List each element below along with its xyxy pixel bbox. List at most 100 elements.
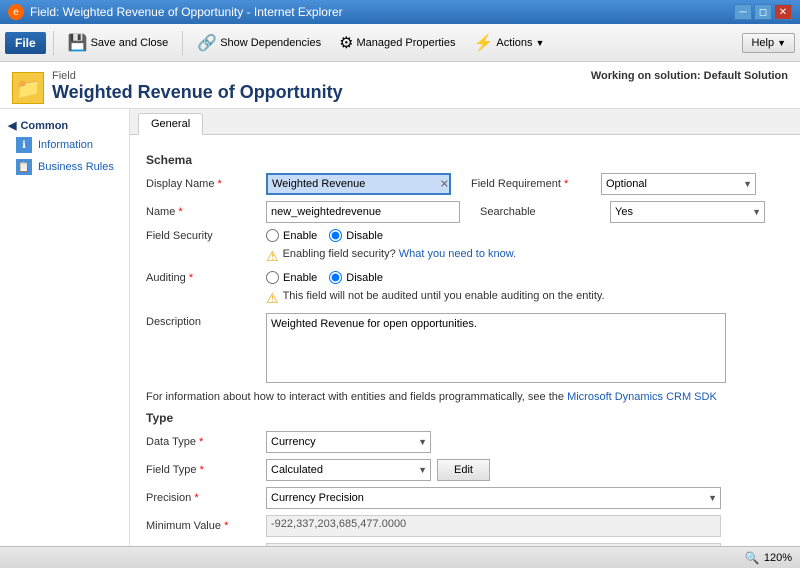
common-label: Common bbox=[20, 120, 68, 132]
field-security-warning-text: Enabling field security? What you need t… bbox=[283, 248, 517, 260]
description-textarea[interactable]: Weighted Revenue for open opportunities. bbox=[266, 313, 726, 383]
field-requirement-select-wrapper: Optional bbox=[601, 173, 756, 195]
req-marker-2: * bbox=[564, 178, 568, 190]
window-controls[interactable]: ─ ◻ ✕ bbox=[734, 4, 792, 20]
page-title-area: 📁 Field Weighted Revenue of Opportunity bbox=[12, 70, 343, 104]
req-marker-6: * bbox=[200, 464, 204, 476]
auditing-disable-option[interactable]: Disable bbox=[329, 271, 383, 284]
precision-select-wrapper: Currency Precision bbox=[266, 487, 721, 509]
req-marker-8: * bbox=[224, 520, 228, 532]
field-security-enable-radio[interactable] bbox=[266, 229, 279, 242]
field-security-radio-group: Enable Disable bbox=[266, 229, 383, 242]
name-input[interactable] bbox=[266, 201, 460, 223]
business-rules-icon: 📋 bbox=[16, 159, 32, 175]
field-security-enable-option[interactable]: Enable bbox=[266, 229, 317, 242]
precision-label: Precision * bbox=[146, 492, 266, 504]
managed-properties-label: Managed Properties bbox=[356, 37, 455, 49]
help-button[interactable]: Help ▼ bbox=[742, 33, 795, 53]
form-content: Schema Display Name * ✕ Field Requiremen… bbox=[130, 135, 800, 546]
actions-button[interactable]: ⚡ Actions ▼ bbox=[467, 29, 552, 57]
auditing-enable-option[interactable]: Enable bbox=[266, 271, 317, 284]
display-name-clear-button[interactable]: ✕ bbox=[440, 178, 449, 191]
info-text: For information about how to interact wi… bbox=[146, 391, 717, 403]
field-security-link[interactable]: What you need to know. bbox=[399, 248, 516, 260]
auditing-enable-label: Enable bbox=[283, 272, 317, 284]
field-type-label: Field Type * bbox=[146, 464, 266, 476]
required-marker: * bbox=[218, 178, 222, 190]
ie-icon: e bbox=[8, 4, 24, 20]
actions-label: Actions bbox=[496, 37, 532, 49]
field-requirement-select[interactable]: Optional bbox=[601, 173, 756, 195]
auditing-warning: ⚠ This field will not be audited until y… bbox=[146, 290, 784, 307]
show-dependencies-label: Show Dependencies bbox=[220, 37, 321, 49]
show-dependencies-button[interactable]: 🔗 Show Dependencies bbox=[190, 29, 328, 57]
description-row: Description Weighted Revenue for open op… bbox=[146, 313, 784, 383]
field-requirement-label: Field Requirement * bbox=[471, 178, 601, 190]
save-and-close-button[interactable]: 💾 Save and Close bbox=[61, 29, 176, 57]
field-security-disable-option[interactable]: Disable bbox=[329, 229, 383, 242]
type-header: Type bbox=[146, 411, 784, 425]
managed-properties-button[interactable]: ⚙ Managed Properties bbox=[332, 29, 462, 57]
actions-icon: ⚡ bbox=[474, 33, 494, 53]
properties-icon: ⚙ bbox=[339, 33, 353, 53]
close-button[interactable]: ✕ bbox=[774, 4, 792, 20]
searchable-select-wrapper: Yes bbox=[610, 201, 765, 223]
save-and-close-label: Save and Close bbox=[91, 37, 169, 49]
page-header: 📁 Field Weighted Revenue of Opportunity … bbox=[0, 62, 800, 109]
zoom-control[interactable]: 🔍 120% bbox=[745, 551, 792, 565]
solution-text: Working on solution: Default Solution bbox=[591, 70, 788, 82]
content-area: ◀ Common ℹ Information 📋 Business Rules … bbox=[0, 109, 800, 546]
name-label: Name * bbox=[146, 206, 266, 218]
window-title: Field: Weighted Revenue of Opportunity -… bbox=[30, 5, 343, 19]
searchable-select[interactable]: Yes bbox=[610, 201, 765, 223]
title-bar: e Field: Weighted Revenue of Opportunity… bbox=[0, 0, 800, 24]
field-security-disable-radio[interactable] bbox=[329, 229, 342, 242]
toolbar-separator-2 bbox=[182, 31, 183, 55]
field-security-warning: ⚠ Enabling field security? What you need… bbox=[146, 248, 784, 265]
auditing-warning-text: This field will not be audited until you… bbox=[283, 290, 605, 302]
tab-container: General Schema Display Name * ✕ bbox=[130, 109, 800, 546]
schema-header: Schema bbox=[146, 153, 784, 167]
display-name-input-wrapper: ✕ bbox=[266, 173, 451, 195]
minimize-button[interactable]: ─ bbox=[734, 4, 752, 20]
precision-row: Precision * Currency Precision bbox=[146, 487, 784, 509]
tabs-bar: General bbox=[130, 109, 800, 135]
help-dropdown-icon: ▼ bbox=[777, 38, 786, 48]
actions-dropdown-icon: ▼ bbox=[536, 38, 545, 48]
status-bar: 🔍 120% bbox=[0, 546, 800, 568]
page-subtitle: Field bbox=[52, 70, 343, 82]
minimum-value-row: Minimum Value * -922,337,203,685,477.000… bbox=[146, 515, 784, 537]
sidebar-item-information[interactable]: ℹ Information bbox=[0, 134, 129, 156]
sidebar-section-common: ◀ Common bbox=[0, 117, 129, 134]
warning-icon-1: ⚠ bbox=[266, 248, 279, 265]
display-name-input[interactable] bbox=[266, 173, 451, 195]
data-type-select-wrapper: Currency bbox=[266, 431, 431, 453]
file-button[interactable]: File bbox=[5, 32, 46, 54]
data-type-select[interactable]: Currency bbox=[266, 431, 431, 453]
req-marker-7: * bbox=[194, 492, 198, 504]
field-security-label: Field Security bbox=[146, 230, 266, 242]
auditing-enable-radio[interactable] bbox=[266, 271, 279, 284]
information-icon: ℹ bbox=[16, 137, 32, 153]
auditing-disable-label: Disable bbox=[346, 272, 383, 284]
edit-button[interactable]: Edit bbox=[437, 459, 490, 481]
restore-button[interactable]: ◻ bbox=[754, 4, 772, 20]
zoom-level: 120% bbox=[764, 552, 792, 564]
req-marker-5: * bbox=[199, 436, 203, 448]
display-name-row: Display Name * ✕ Field Requirement * bbox=[146, 173, 784, 195]
information-label: Information bbox=[38, 139, 93, 151]
minimum-value-label: Minimum Value * bbox=[146, 520, 266, 532]
data-type-label: Data Type * bbox=[146, 436, 266, 448]
page-title: Weighted Revenue of Opportunity bbox=[52, 82, 343, 103]
description-label: Description bbox=[146, 313, 266, 328]
sdk-link[interactable]: Microsoft Dynamics CRM SDK bbox=[567, 391, 717, 403]
auditing-disable-radio[interactable] bbox=[329, 271, 342, 284]
req-marker-3: * bbox=[178, 206, 182, 218]
enable-label: Enable bbox=[283, 230, 317, 242]
field-type-select[interactable]: Calculated bbox=[266, 459, 431, 481]
tab-general[interactable]: General bbox=[138, 113, 203, 135]
sidebar-item-business-rules[interactable]: 📋 Business Rules bbox=[0, 156, 129, 178]
precision-select[interactable]: Currency Precision bbox=[266, 487, 721, 509]
help-label: Help bbox=[751, 37, 774, 49]
name-row: Name * Searchable Yes bbox=[146, 201, 784, 223]
